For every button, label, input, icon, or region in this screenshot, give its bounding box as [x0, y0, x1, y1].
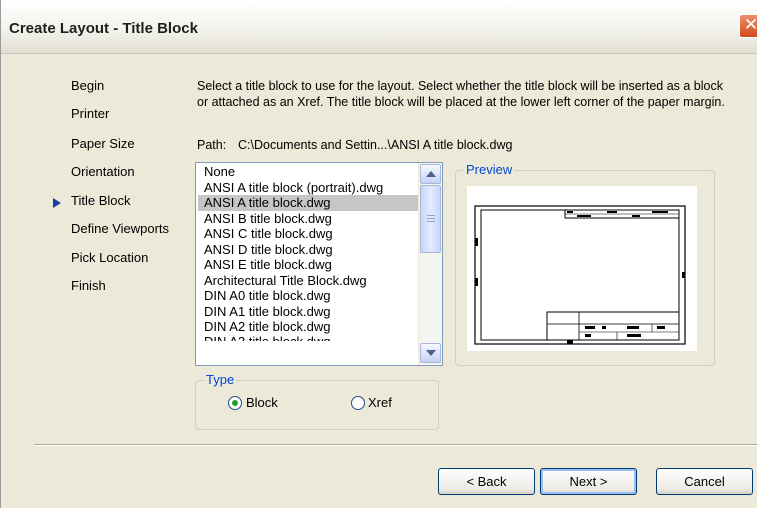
list-scrollbar[interactable] [418, 163, 442, 365]
list-item[interactable]: ANSI C title block.dwg [198, 226, 418, 242]
grip-line [427, 221, 435, 222]
title-bar: Create Layout - Title Block ✕ [1, 0, 757, 54]
xref-radio-label[interactable]: Xref [368, 395, 392, 410]
xref-radio[interactable] [351, 396, 365, 410]
step-printer: Printer [71, 106, 110, 121]
scroll-up-button[interactable] [420, 164, 441, 184]
list-item[interactable]: Architectural Title Block.dwg [198, 273, 418, 289]
list-item-selected[interactable]: ANSI A title block.dwg [198, 195, 418, 211]
title-block-preview [467, 186, 697, 351]
path-value: C:\Documents and Settin...\ANSI A title … [238, 138, 513, 152]
cancel-button[interactable]: Cancel [656, 468, 753, 495]
step-paper-size: Paper Size [71, 136, 135, 151]
scroll-thumb[interactable] [420, 185, 441, 253]
chevron-down-icon [426, 350, 436, 356]
step-title-block: Title Block [71, 193, 131, 208]
chevron-up-icon [426, 171, 436, 177]
preview-label: Preview [464, 162, 515, 177]
scroll-down-button[interactable] [420, 343, 441, 363]
footer-separator [35, 444, 757, 446]
step-finish: Finish [71, 278, 106, 293]
step-define-viewports: Define Viewports [71, 221, 170, 236]
block-radio-label[interactable]: Block [246, 395, 278, 410]
step-begin: Begin [71, 78, 105, 93]
title-block-list-items: None ANSI A title block (portrait).dwg A… [198, 164, 418, 341]
instructions-text: Select a title block to use for the layo… [197, 79, 725, 109]
next-button[interactable]: Next > [540, 468, 637, 495]
step-orientation: Orientation [71, 164, 135, 179]
title-block-drawing [474, 205, 686, 345]
list-item[interactable]: ANSI D title block.dwg [198, 242, 418, 258]
list-item[interactable]: DIN A3 title block.dwg [198, 335, 418, 341]
list-item[interactable]: None [198, 164, 418, 180]
list-item[interactable]: DIN A0 title block.dwg [198, 288, 418, 304]
path-label: Path: [197, 138, 227, 152]
list-item[interactable]: DIN A1 title block.dwg [198, 304, 418, 320]
step-pick-location: Pick Location [71, 250, 149, 265]
list-item[interactable]: ANSI E title block.dwg [198, 257, 418, 273]
radio-selected-dot [232, 400, 238, 406]
list-item[interactable]: ANSI A title block (portrait).dwg [198, 180, 418, 196]
type-label: Type [204, 372, 237, 387]
dialog-title: Create Layout - Title Block [9, 20, 198, 37]
grip-line [427, 218, 435, 219]
close-icon[interactable]: ✕ [739, 14, 757, 38]
grip-line [427, 215, 435, 216]
list-item[interactable]: DIN A2 title block.dwg [198, 319, 418, 335]
current-step-arrow-icon [53, 198, 61, 208]
list-item[interactable]: ANSI B title block.dwg [198, 211, 418, 227]
block-radio[interactable] [228, 396, 242, 410]
title-block-list[interactable]: None ANSI A title block (portrait).dwg A… [195, 162, 443, 366]
create-layout-dialog: Create Layout - Title Block ✕ Begin Prin… [0, 0, 757, 508]
back-button[interactable]: < Back [438, 468, 535, 495]
